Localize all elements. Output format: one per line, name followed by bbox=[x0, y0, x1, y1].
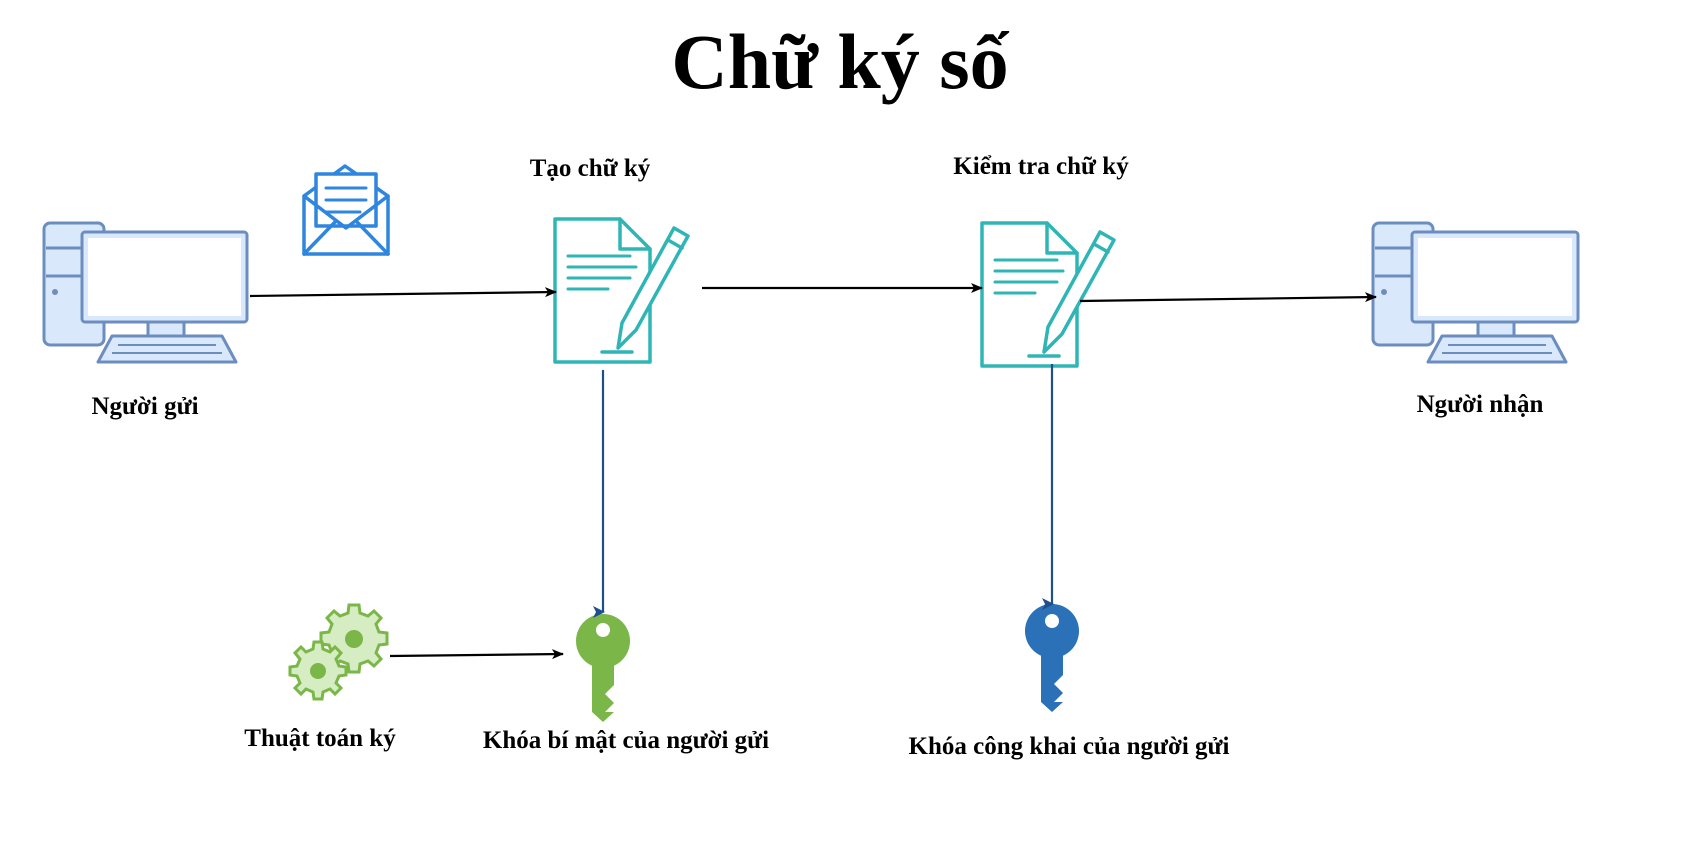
private-key-icon bbox=[576, 614, 630, 722]
public-key-label: Khóa công khai của người gửi bbox=[909, 733, 1230, 760]
create-signature-document-icon bbox=[553, 217, 690, 364]
sender-label: Người gửi bbox=[91, 393, 198, 420]
envelope-icon bbox=[302, 164, 390, 256]
receiver-label: Người nhận bbox=[1417, 391, 1544, 418]
arrow-verify-to-receiver bbox=[1079, 292, 1377, 303]
diagram-title: Chữ ký số bbox=[671, 18, 1009, 105]
public-key-icon bbox=[1025, 604, 1079, 712]
digital-signature-diagram: Chữ ký số Người gửi Người nhận Tạo chữ k… bbox=[42, 18, 1580, 760]
arrow-sender-to-create bbox=[249, 287, 557, 298]
verify-signature-label: Kiểm tra chữ ký bbox=[953, 153, 1129, 180]
receiver-computer-icon bbox=[1371, 221, 1580, 364]
gears-icon bbox=[288, 603, 389, 701]
sign-algorithm-label: Thuật toán ký bbox=[244, 725, 396, 752]
sender-computer-icon bbox=[42, 221, 249, 364]
private-key-label: Khóa bí mật của người gửi bbox=[483, 727, 769, 754]
verify-signature-document-icon bbox=[980, 221, 1116, 368]
create-signature-label: Tạo chữ ký bbox=[530, 155, 651, 182]
arrow-algorithm-to-private-key bbox=[389, 649, 564, 660]
